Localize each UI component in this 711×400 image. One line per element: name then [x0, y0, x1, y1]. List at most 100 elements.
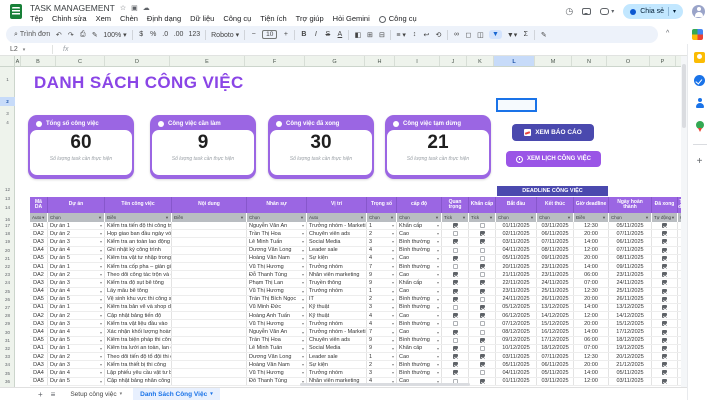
cell-gio[interactable]: 06:00 [574, 271, 609, 278]
cell-cap_do[interactable]: Bình thường▾ [397, 361, 442, 368]
cell-hoan_thanh[interactable]: 06/11/2025 [609, 238, 652, 245]
minus-icon[interactable]: − [250, 31, 257, 38]
column-header-I[interactable]: I [395, 56, 440, 67]
dropdown-icon[interactable]: ▾ [437, 256, 439, 261]
menu-3[interactable]: Chèn [120, 14, 138, 23]
cell-nhan_su[interactable]: Vũ Thị Hương▾ [247, 320, 307, 327]
cell-ket_thuc[interactable]: 03/11/2025 [537, 222, 574, 229]
cell-vi_tri[interactable]: Kỹ thuật [307, 312, 367, 319]
zoom-menu-icon[interactable]: 100% ▾ [103, 31, 126, 39]
cell-trong_so[interactable]: 4▾ [367, 320, 397, 327]
cell-quan_trong[interactable] [442, 271, 469, 278]
vertical-align-icon[interactable]: ↕ [411, 31, 418, 38]
dropdown-icon[interactable]: ▾ [100, 248, 102, 253]
cell-vi_tri[interactable]: Trưởng nhóm [307, 369, 367, 376]
column-header-N[interactable]: N [572, 56, 607, 67]
row-header-24[interactable]: 24 [0, 279, 15, 287]
cell-nhan_su[interactable]: Vũ Thị Hương▾ [247, 288, 307, 295]
dropdown-icon[interactable]: ▾ [437, 297, 439, 302]
cell-vi_tri[interactable]: Chuyên viên ads [307, 337, 367, 344]
sheet-tab-dropdown-icon[interactable]: ▾ [210, 391, 213, 397]
da_xong-checkbox[interactable] [662, 338, 667, 343]
cell-quan_trong[interactable] [442, 361, 469, 368]
khan_cap-checkbox[interactable] [480, 248, 485, 253]
cell-khan_cap[interactable] [469, 369, 496, 376]
quan_trong-checkbox[interactable] [453, 346, 458, 351]
cell-noi[interactable] [172, 271, 247, 278]
pen-icon[interactable]: ✎ [540, 31, 547, 39]
column-header-C[interactable]: C [56, 56, 105, 67]
cell-trong_so[interactable]: 9▾ [367, 279, 397, 286]
dropdown-icon[interactable]: ▾ [302, 256, 304, 261]
cell-cap_do[interactable]: Khẩn cấp▾ [397, 222, 442, 229]
filter-dropdown-icon[interactable]: ▼ [462, 215, 466, 220]
column-header-da_xong[interactable]: Đã xong [652, 197, 678, 213]
cell-cap_do[interactable]: Cao▾ [397, 353, 442, 360]
cell-quan_trong[interactable] [442, 230, 469, 237]
merge-cells-icon[interactable]: ⊟ [378, 31, 385, 39]
cell-ma[interactable]: DA5 [30, 255, 48, 262]
cell-ten[interactable]: Kiểm tra lưới an toàn, lan can, l [105, 345, 172, 352]
cell-du_an[interactable]: Dự án 4▾ [48, 328, 105, 335]
row-header-3[interactable]: 3 [0, 109, 15, 118]
row-header-31[interactable]: 31 [0, 337, 15, 345]
filter-dropdown-icon[interactable]: ▼ [530, 215, 534, 220]
khan_cap-checkbox[interactable] [480, 256, 485, 261]
sheet-canvas[interactable]: 1234121314161718192021222324252627282930… [0, 67, 681, 387]
row-header-20[interactable]: 20 [0, 247, 15, 255]
sheet-tab-dropdown-icon[interactable]: ▾ [120, 391, 123, 397]
cell-bat_dau[interactable]: 10/12/2025 [496, 345, 537, 352]
cell-cap_do[interactable]: Bình thường▾ [397, 238, 442, 245]
cell-vi_tri[interactable]: Nhân viên marketing [307, 271, 367, 278]
cell-bat_dau[interactable]: 04/11/2025 [496, 247, 537, 254]
cell-gio[interactable]: 12:30 [574, 222, 609, 229]
dropdown-icon[interactable]: ▾ [437, 354, 439, 359]
cell-ten[interactable]: Kiểm tra cốp pha – giàn giáo t [105, 263, 172, 270]
column-header-H[interactable]: H [365, 56, 395, 67]
contacts-icon[interactable] [694, 98, 705, 109]
cell-da_xong[interactable] [652, 288, 678, 295]
cell-da_xong[interactable] [652, 238, 678, 245]
quan_trong-checkbox[interactable] [453, 354, 458, 359]
cell-hoan_thanh[interactable]: 21/12/2025 [609, 361, 652, 368]
khan_cap-checkbox[interactable] [480, 362, 485, 367]
cell-khan_cap[interactable] [469, 345, 496, 352]
cell-cap_do[interactable]: Bình thường▾ [397, 320, 442, 327]
cell-trong_so[interactable]: 1▾ [367, 353, 397, 360]
cell-du_an[interactable]: Dự án 3▾ [48, 279, 105, 286]
cell-hoan_thanh[interactable]: 20/12/2025 [609, 353, 652, 360]
dropdown-icon[interactable]: ▾ [392, 346, 394, 351]
cell-ket_thuc[interactable]: 14/12/2025 [537, 312, 574, 319]
cell-du_an[interactable]: Dự án 3▾ [48, 238, 105, 245]
cell-cap_do[interactable]: Khẩn cấp▾ [397, 279, 442, 286]
cell-ten[interactable]: Kiểm tra vật tư nhập trong ngà [105, 255, 172, 262]
sheet-tab-1[interactable]: Danh Sách Công Việc▾ [133, 388, 220, 400]
cell-ten[interactable]: Lấy mẫu bê tông [105, 288, 172, 295]
percent-icon[interactable]: % [150, 31, 157, 38]
cell-noi[interactable] [172, 328, 247, 335]
cell-ten[interactable]: Cập nhật bảng nhân công hàng [105, 378, 172, 385]
cell-du_an[interactable]: Dự án 5▾ [48, 255, 105, 262]
dropdown-icon[interactable]: ▾ [100, 362, 102, 367]
cell-noi[interactable] [172, 337, 247, 344]
menu-9[interactable]: Hỏi Gemini [333, 14, 370, 23]
column-header-F[interactable]: F [245, 56, 305, 67]
dropdown-icon[interactable]: ▾ [302, 231, 304, 236]
cell-vi_tri[interactable]: Sự kiện [307, 361, 367, 368]
cell-cap_do[interactable]: Bình thường▾ [397, 337, 442, 344]
row-header-28[interactable]: 28 [0, 312, 15, 320]
dropdown-icon[interactable]: ▾ [437, 280, 439, 285]
quan_trong-checkbox[interactable] [453, 264, 458, 269]
column-header-nhan_su[interactable]: Nhân sự [247, 197, 307, 213]
cell-nhan_su[interactable]: Trần Thị Hoa▾ [247, 337, 307, 344]
cell-da_xong[interactable] [652, 353, 678, 360]
dropdown-icon[interactable]: ▾ [302, 264, 304, 269]
cell-ket_thuc[interactable]: 26/11/2025 [537, 296, 574, 303]
quan_trong-checkbox[interactable] [453, 248, 458, 253]
column-header-trong_so[interactable]: Trọng số [367, 197, 397, 213]
column-header-K[interactable]: K [467, 56, 494, 67]
cell-bat_dau[interactable]: 23/11/2025 [496, 288, 537, 295]
cell-du_an[interactable]: Dự án 2▾ [48, 312, 105, 319]
column-header-gio[interactable]: Giờ deadline [574, 197, 609, 213]
khan_cap-checkbox[interactable] [480, 231, 485, 236]
